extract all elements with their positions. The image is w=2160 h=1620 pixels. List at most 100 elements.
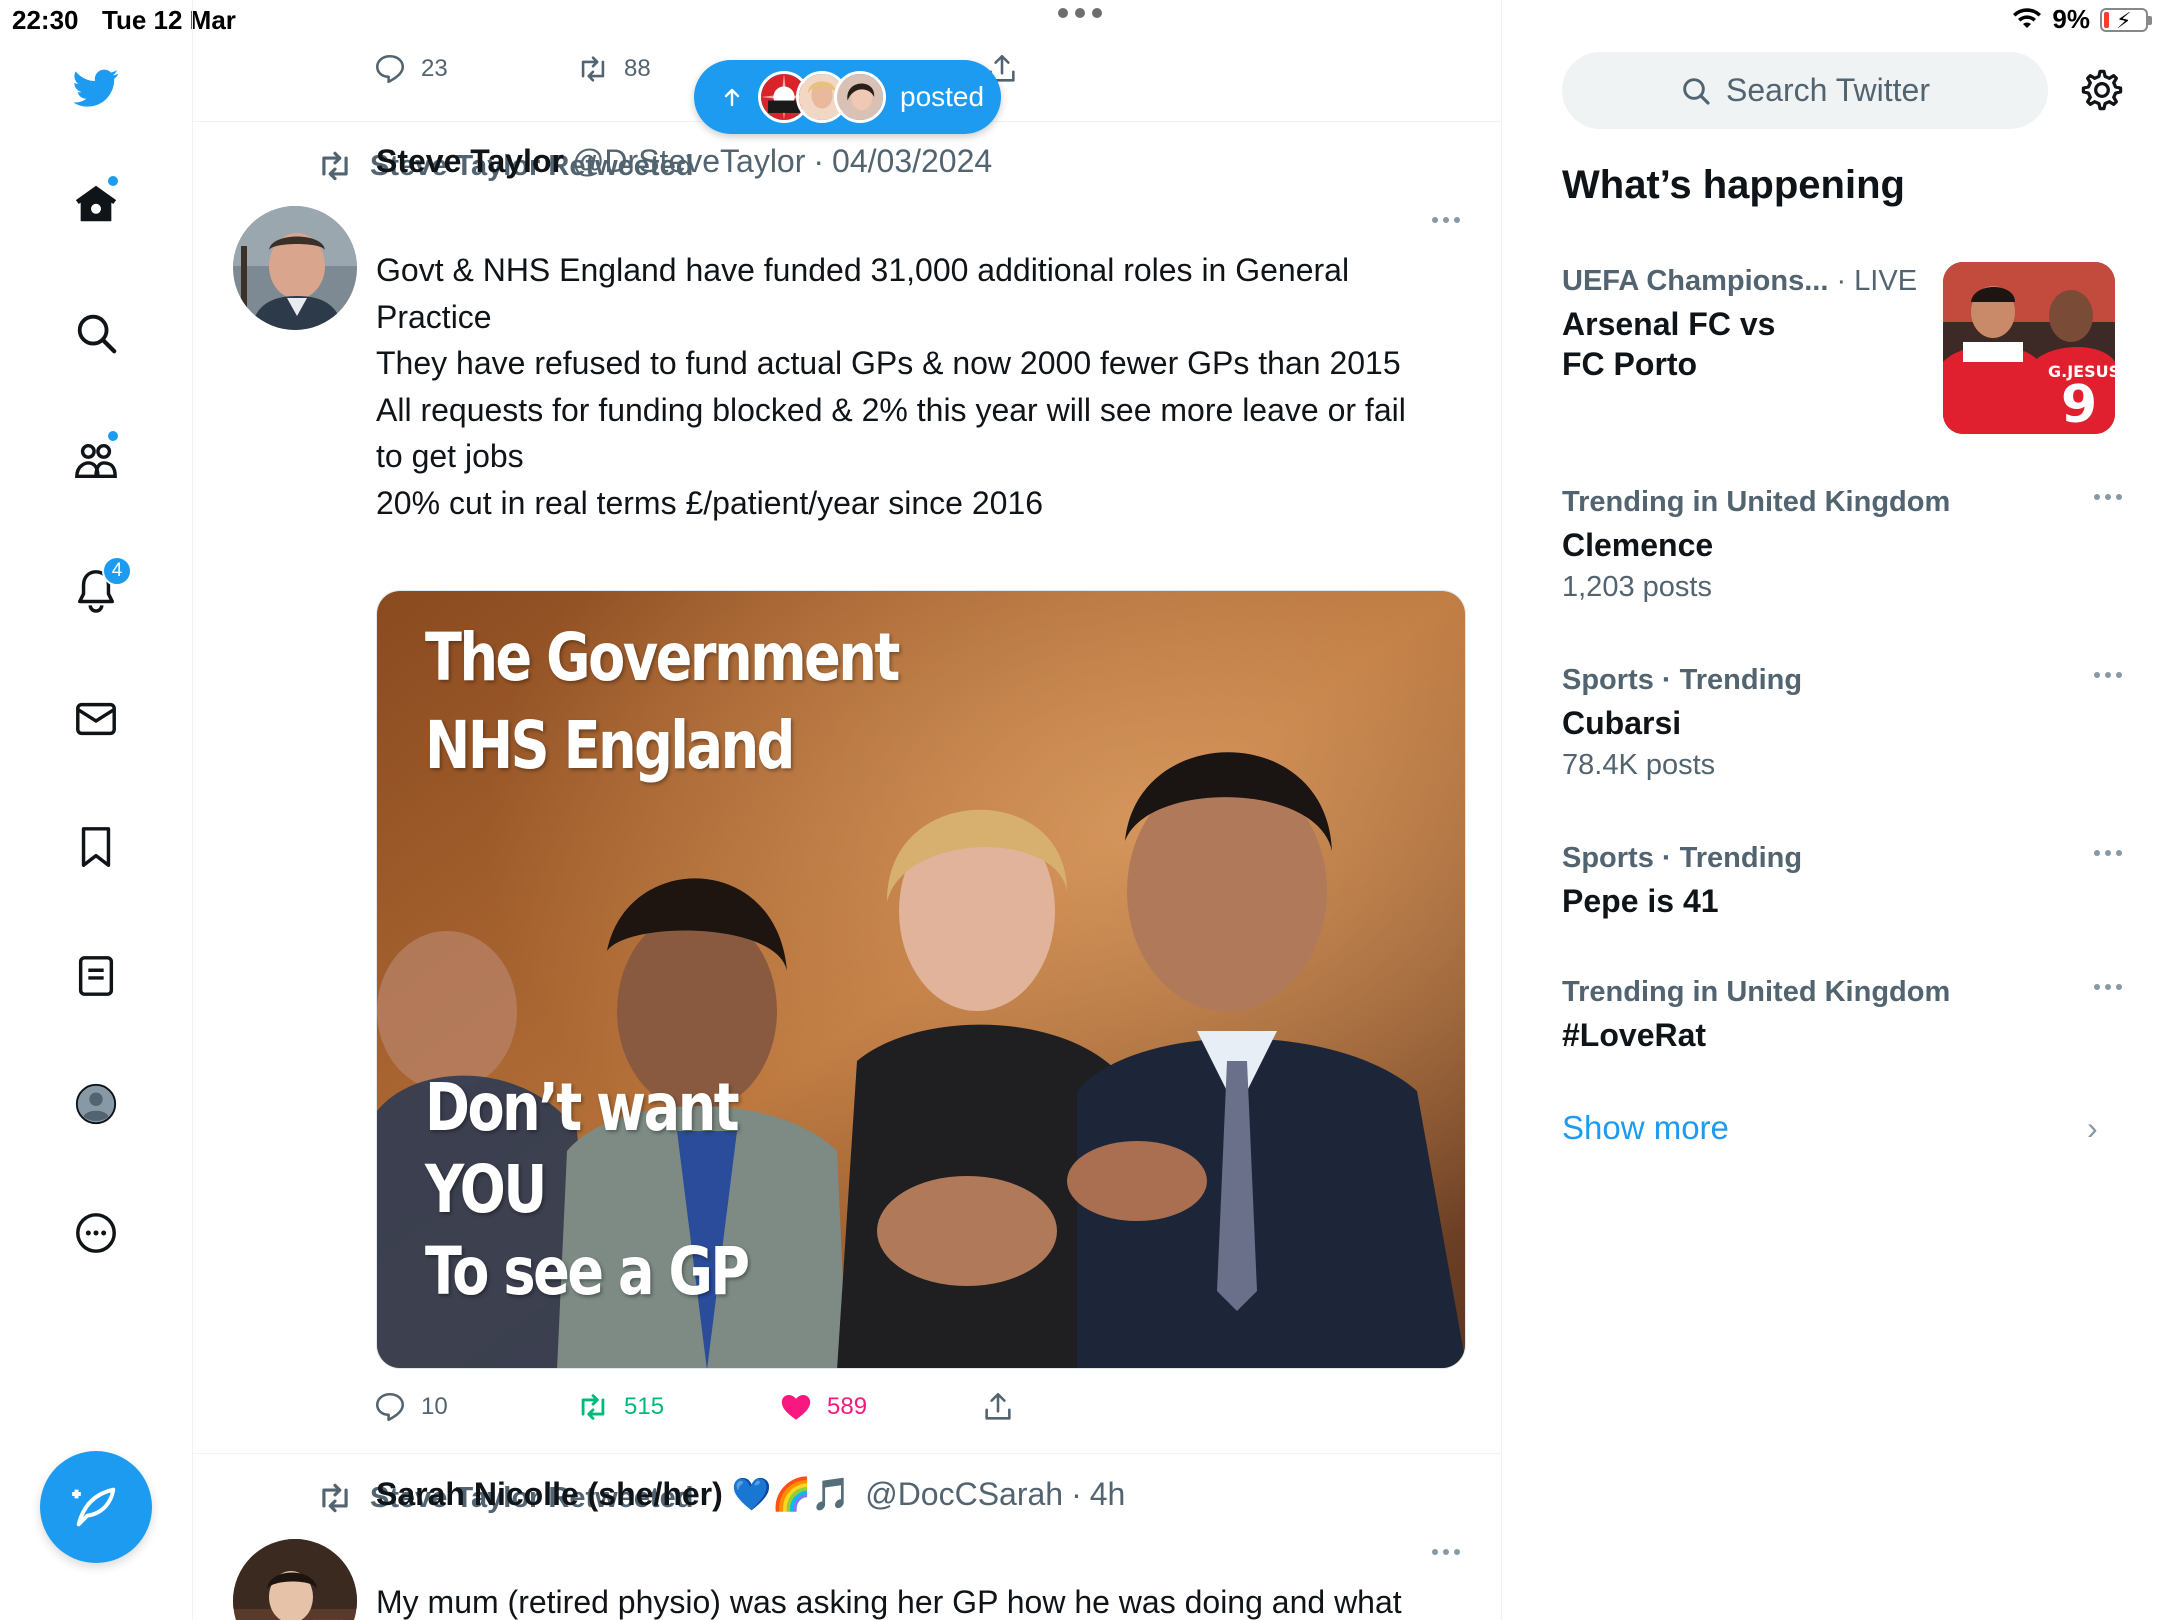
trend-post-count: 1,203 posts <box>1562 571 1712 603</box>
new-posts-pill[interactable]: posted <box>694 60 1001 134</box>
trend-name: Arsenal FC vs FC Porto <box>1562 306 1776 382</box>
trend-context: UEFA Champions... · LIVE <box>1562 265 1942 298</box>
compose-tweet-button[interactable] <box>40 1451 152 1563</box>
author-handle[interactable]: @DrSteveTaylor <box>572 143 805 180</box>
share-icon <box>985 1392 1011 1420</box>
author-name[interactable]: Sarah Nicolle (she/her) 💙🌈🎵 <box>376 1475 851 1513</box>
tweet-media-image[interactable]: The Government NHS England Don’t want YO… <box>376 590 1466 1369</box>
separator: · <box>1071 1476 1082 1512</box>
reply-button[interactable]: 23 <box>373 52 448 86</box>
chevron-right-icon[interactable]: › <box>2087 1110 2098 1147</box>
separator: · <box>813 143 825 179</box>
trend-more-button[interactable] <box>2094 672 2122 678</box>
reply-button[interactable]: 10 <box>373 1390 448 1424</box>
twitter-logo-icon[interactable] <box>56 48 136 128</box>
media-text-line: Don’t want <box>425 1069 740 1146</box>
trend-context: Sports · Trending <box>1562 664 1803 696</box>
media-text-line: YOU <box>425 1151 547 1228</box>
avatar[interactable] <box>233 1539 357 1620</box>
show-more-link[interactable]: Show more <box>1562 1109 1729 1147</box>
trend-item[interactable]: Trending in United Kingdom #LoveRat <box>1562 976 2122 1055</box>
search-icon <box>1683 77 1710 105</box>
nav-notifications[interactable]: 4 <box>56 550 136 630</box>
search-input[interactable]: Search Twitter <box>1562 52 2048 129</box>
bird-icon <box>73 69 119 107</box>
nav-messages[interactable] <box>56 679 136 759</box>
media-text-line: NHS England <box>425 707 795 784</box>
trend-item[interactable]: Trending in United Kingdom Clemence 1,20… <box>1562 486 2122 604</box>
tweet-sarah-nicolle[interactable]: Steve Taylor Retweeted Sarah Nicolle (sh… <box>193 1455 1501 1620</box>
pill-avatars <box>758 71 886 123</box>
tweet-line: They have refused to fund actual GPs & n… <box>376 345 1401 381</box>
tweet-actions: 10 515 589 <box>373 1390 1276 1430</box>
mail-icon <box>76 702 116 736</box>
trend-context: Trending in United Kingdom <box>1562 486 1951 518</box>
search-icon <box>77 314 117 354</box>
heart-filled-icon <box>781 1394 811 1420</box>
communities-unread-dot <box>106 429 120 443</box>
media-text-line: To see a GP <box>425 1233 750 1310</box>
settings-button[interactable] <box>2072 60 2132 120</box>
nav-more[interactable] <box>56 1193 136 1273</box>
tweet-more-button[interactable] <box>1432 1549 1460 1555</box>
share-button[interactable] <box>981 1390 1015 1424</box>
nav-lists[interactable] <box>56 936 136 1016</box>
arrow-up-icon <box>724 88 740 107</box>
avatar <box>834 71 886 123</box>
nav-home[interactable] <box>56 164 136 244</box>
right-sidebar: Search Twitter What’s happening UEFA Cha… <box>1502 0 2160 1620</box>
trend-name: Cubarsi <box>1562 705 1682 741</box>
compose-feather-icon <box>72 1487 116 1527</box>
retweet-icon <box>581 56 605 82</box>
tweet-steve-taylor[interactable]: Steve Taylor Retweeted Steve Taylor @DrS… <box>193 123 1501 1454</box>
trend-more-button[interactable] <box>2094 494 2122 500</box>
tweet-time[interactable]: 4h <box>1090 1476 1126 1513</box>
avatar-icon <box>75 1083 117 1125</box>
timeline: 23 88 Steve Taylor Retweeted Steve Taylo… <box>193 0 1502 1620</box>
retweet-count: 88 <box>624 55 651 82</box>
tweet-line: My mum (retired physio) was asking her G… <box>376 1584 1402 1620</box>
left-navigation: 4 <box>0 0 193 1620</box>
nav-explore[interactable] <box>56 293 136 373</box>
trend-more-button[interactable] <box>2094 984 2122 990</box>
tweet-text: My mum (retired physio) was asking her G… <box>376 1579 1436 1620</box>
nav-bookmarks[interactable] <box>56 807 136 887</box>
list-icon <box>78 956 114 996</box>
more-circle-icon <box>76 1213 116 1253</box>
tweet-line: 20% cut in real terms £/patient/year sin… <box>376 484 1044 521</box>
trend-item[interactable]: UEFA Champions... · LIVE Arsenal FC vs F… <box>1562 265 1942 384</box>
trend-name: Pepe is 41 <box>1562 883 1719 919</box>
whats-happening-title: What’s happening <box>1562 163 1905 207</box>
retweet-icon <box>322 1483 348 1513</box>
trend-thumbnail[interactable]: G.JESUS 9 <box>1943 262 2115 434</box>
retweet-button[interactable]: 88 <box>576 52 651 86</box>
trend-item[interactable]: Sports · Trending Pepe is 41 <box>1562 842 2122 921</box>
tweet-date[interactable]: 04/03/2024 <box>832 143 992 180</box>
trend-name: Clemence <box>1562 527 1714 563</box>
nav-profile[interactable] <box>56 1064 136 1144</box>
tweet-more-button[interactable] <box>1432 217 1460 223</box>
tweet-line: All requests for funding blocked & 2% th… <box>376 391 1406 475</box>
retweet-button[interactable]: 515 <box>576 1390 664 1424</box>
nav-communities[interactable] <box>56 421 136 501</box>
svg-text:9: 9 <box>2061 375 2097 434</box>
live-label: · LIVE <box>1828 265 1918 297</box>
like-button[interactable]: 589 <box>779 1390 867 1424</box>
tweet-header: Sarah Nicolle (she/her) 💙🌈🎵 @DocCSarah ·… <box>376 1475 1125 1513</box>
trend-more-button[interactable] <box>2094 850 2122 856</box>
trend-item[interactable]: Sports · Trending Cubarsi 78.4K posts <box>1562 664 2122 782</box>
trend-context-label: UEFA Champions... <box>1562 265 1829 297</box>
author-name[interactable]: Steve Taylor <box>376 143 564 180</box>
reply-icon <box>375 54 405 84</box>
trend-name: #LoveRat <box>1562 1017 1707 1053</box>
trend-photo: G.JESUS 9 <box>1943 262 2115 434</box>
tweet-header: Steve Taylor @DrSteveTaylor · 04/03/2024 <box>376 143 992 180</box>
retweet-icon <box>581 1394 605 1420</box>
reply-count: 23 <box>421 55 448 82</box>
like-count: 589 <box>827 1393 868 1420</box>
trend-context: Sports · Trending <box>1562 842 1803 874</box>
avatar[interactable] <box>233 206 357 330</box>
gear-icon <box>2081 69 2123 111</box>
author-handle[interactable]: @DocCSarah <box>865 1476 1063 1513</box>
communities-icon <box>75 443 117 479</box>
